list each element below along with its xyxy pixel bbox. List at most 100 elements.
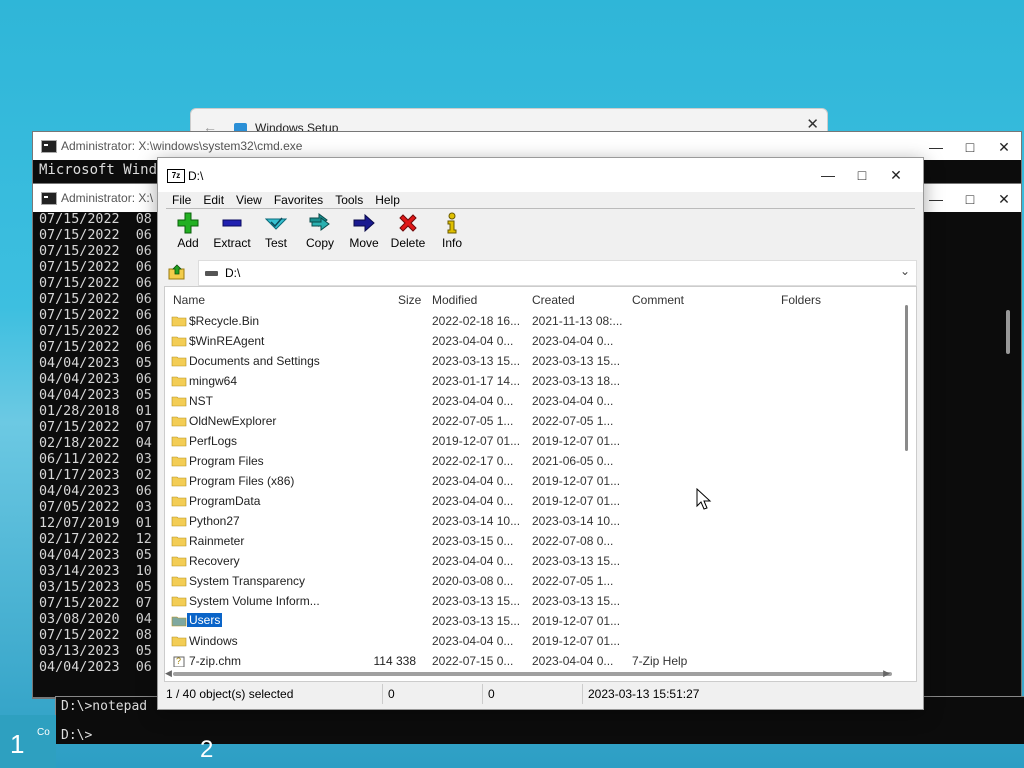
cmd-title: Administrator: X:\windows\system32\cmd.e…	[61, 139, 303, 153]
status-size: 0	[388, 687, 395, 701]
file-modified: 2019-12-07 01...	[432, 434, 521, 448]
folder-icon	[171, 436, 187, 447]
status-packed-size: 0	[488, 687, 495, 701]
file-created: 2019-12-07 01...	[532, 494, 621, 508]
console-line: 07/15/2022 06	[39, 276, 152, 291]
menu-edit[interactable]: Edit	[197, 190, 230, 210]
column-created[interactable]: Created	[532, 293, 575, 307]
taskbar-item-1[interactable]: 1 Co	[0, 715, 56, 768]
table-row[interactable]: NST 2023-04-04 0... 2023-04-04 0...	[165, 391, 916, 411]
table-row[interactable]: Users 2023-03-13 15... 2019-12-07 01...	[165, 611, 916, 631]
file-name: mingw64	[189, 374, 238, 388]
menu-file[interactable]: File	[166, 190, 197, 210]
console-line: 07/15/2022 06	[39, 340, 152, 355]
table-row[interactable]: Rainmeter 2023-03-15 0... 2022-07-08 0...	[165, 531, 916, 551]
menu-help[interactable]: Help	[369, 190, 406, 210]
vertical-scrollbar[interactable]	[905, 305, 908, 451]
console-output: 07/15/2022 08 07/15/2022 06 07/15/2022 06 0…	[39, 212, 152, 676]
table-row[interactable]: Program Files (x86) 2023-04-04 0... 2019-1…	[165, 471, 916, 491]
column-name[interactable]: Name	[173, 293, 205, 307]
file-name: Rainmeter	[189, 534, 245, 548]
scrollbar-thumb[interactable]	[1006, 310, 1010, 354]
maximize-icon[interactable]: □	[845, 160, 879, 190]
file-created: 2021-11-13 08:...	[532, 314, 623, 328]
address-bar[interactable]: D:\ ⌄	[198, 260, 917, 286]
file-rows: $Recycle.Bin 2022-02-18 16... 2021-11-13 0…	[165, 311, 916, 671]
table-row[interactable]: Windows 2023-04-04 0... 2019-12-07 01...	[165, 631, 916, 651]
file-modified: 2020-03-08 0...	[432, 574, 514, 588]
column-comment[interactable]: Comment	[632, 293, 684, 307]
sevenzip-titlebar[interactable]: 7z D:\ — □ ✕	[158, 158, 923, 192]
column-size[interactable]: Size	[398, 293, 421, 307]
menu-tools[interactable]: Tools	[329, 190, 369, 210]
file-created: 2023-04-04 0...	[532, 334, 614, 348]
scroll-right-icon[interactable]: ▶	[883, 668, 890, 679]
extract-button[interactable]: Extract	[210, 212, 254, 256]
table-row[interactable]: Documents and Settings 2023-03-13 15... 20…	[165, 351, 916, 371]
console-line: 06/11/2022 03	[39, 452, 152, 467]
file-list[interactable]: Name Size Modified Created Comment Folde…	[164, 286, 917, 682]
double-arrow-icon	[309, 213, 330, 231]
file-name: NST	[189, 394, 213, 408]
table-row[interactable]: Python27 2023-03-14 10... 2023-03-14 10...	[165, 511, 916, 531]
file-modified: 2023-04-04 0...	[432, 334, 514, 348]
table-row[interactable]: Program Files 2022-02-17 0... 2021-06-05 0…	[165, 451, 916, 471]
file-modified: 2023-03-13 15...	[432, 594, 521, 608]
move-button[interactable]: Move	[342, 212, 386, 256]
column-folders[interactable]: Folders	[781, 293, 821, 307]
cmd-titlebar[interactable]: Administrator: X:\windows\system32\cmd.e…	[33, 132, 1021, 160]
file-name: Users	[187, 613, 223, 627]
console-prompt[interactable]: D:\>	[61, 728, 92, 743]
copy-button[interactable]: Copy	[298, 212, 342, 256]
console-line: 04/04/2023 05	[39, 388, 152, 403]
table-row[interactable]: mingw64 2023-01-17 14... 2023-03-13 18...	[165, 371, 916, 391]
info-button[interactable]: Info	[430, 212, 474, 256]
table-row[interactable]: $Recycle.Bin 2022-02-18 16... 2021-11-13 0…	[165, 311, 916, 331]
taskbar-item-2[interactable]: 2	[200, 736, 213, 764]
file-name: $WinREAgent	[189, 334, 265, 348]
table-row[interactable]: System Transparency 2020-03-08 0... 2022-0…	[165, 571, 916, 591]
horizontal-scrollbar[interactable]	[173, 672, 892, 676]
sevenzip-icon: 7z	[167, 169, 185, 183]
close-icon[interactable]: ✕	[987, 184, 1021, 214]
file-created: 2019-12-07 01...	[532, 434, 621, 448]
close-icon[interactable]: ✕	[987, 132, 1021, 162]
cmd-title: Administrator: X:\	[61, 191, 154, 205]
table-row[interactable]: $WinREAgent 2023-04-04 0... 2023-04-04 0..…	[165, 331, 916, 351]
console-line: 02/18/2022 04	[39, 436, 152, 451]
up-folder-button[interactable]	[166, 262, 188, 282]
file-modified: 2023-04-04 0...	[432, 554, 514, 568]
file-created: 2023-03-13 15...	[532, 594, 621, 608]
file-modified: 2022-07-05 1...	[432, 414, 514, 428]
sevenzip-window[interactable]: 7z D:\ — □ ✕ File Edit View Favorites Tools H…	[157, 157, 924, 710]
test-button[interactable]: Test	[254, 212, 298, 256]
table-row[interactable]: PerfLogs 2019-12-07 01... 2019-12-07 01...	[165, 431, 916, 451]
table-row[interactable]: System Volume Inform... 2023-03-13 15... 2…	[165, 591, 916, 611]
info-label: Info	[441, 236, 462, 250]
minimize-icon[interactable]: —	[811, 160, 845, 190]
add-button[interactable]: Add	[166, 212, 210, 256]
scroll-left-icon[interactable]: ◀	[165, 668, 172, 679]
column-header: Name Size Modified Created Comment Folde…	[165, 287, 916, 311]
table-row[interactable]: ProgramData 2023-04-04 0... 2019-12-07 01.…	[165, 491, 916, 511]
maximize-icon[interactable]: □	[953, 132, 987, 162]
menu-favorites[interactable]: Favorites	[268, 190, 329, 210]
minimize-icon[interactable]: —	[919, 132, 953, 162]
address-row: D:\ ⌄	[166, 260, 917, 286]
menu-view[interactable]: View	[230, 190, 268, 210]
close-icon[interactable]: ✕	[879, 160, 913, 190]
mouse-cursor-icon	[696, 488, 712, 510]
minimize-icon[interactable]: —	[919, 184, 953, 214]
table-row[interactable]: ? 7-zip.chm 114 338 2022-07-15 0... 2023-04-…	[165, 651, 916, 671]
file-modified: 2023-03-15 0...	[432, 534, 514, 548]
delete-button[interactable]: Delete	[386, 212, 430, 256]
maximize-icon[interactable]: □	[953, 184, 987, 214]
chevron-down-icon[interactable]: ⌄	[900, 264, 910, 278]
folder-icon	[171, 576, 187, 587]
column-modified[interactable]: Modified	[432, 293, 477, 307]
table-row[interactable]: Recovery 2023-04-04 0... 2023-03-13 15...	[165, 551, 916, 571]
console-line: 04/04/2023 06	[39, 372, 152, 387]
table-row[interactable]: OldNewExplorer 2022-07-05 1... 2022-07-05 …	[165, 411, 916, 431]
console-line: 03/08/2020 04	[39, 612, 152, 627]
file-created: 2022-07-05 1...	[532, 414, 614, 428]
